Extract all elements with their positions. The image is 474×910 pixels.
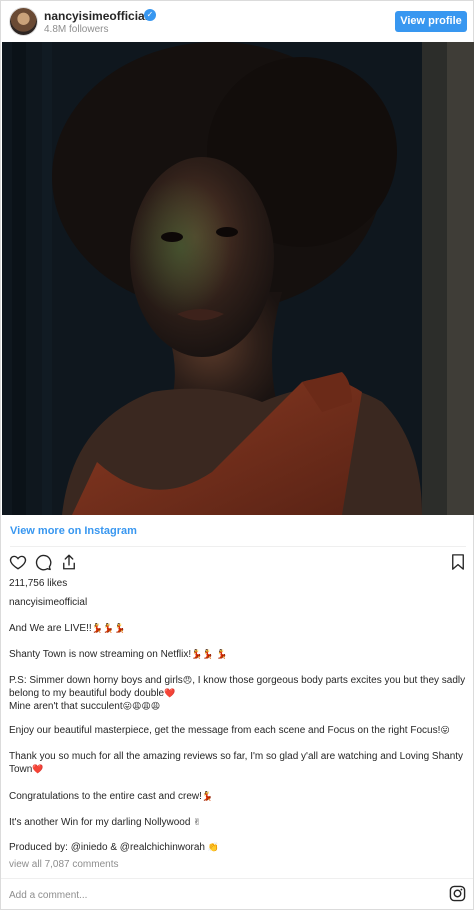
dancer-emoji-icon: 💃 xyxy=(201,791,214,801)
share-icon[interactable] xyxy=(60,553,78,571)
victory-hand-emoji-icon: ✌ xyxy=(193,817,201,827)
heart-icon[interactable] xyxy=(9,553,27,571)
mention-link[interactable]: @realchichinworah xyxy=(120,842,205,853)
add-comment-input[interactable] xyxy=(9,887,429,903)
post-image[interactable] xyxy=(2,42,474,515)
dancer-emoji-icon: 💃💃 💃 xyxy=(191,649,228,659)
avatar[interactable] xyxy=(10,8,37,35)
caption-line: Enjoy our beautiful masterpiece, get the… xyxy=(9,724,469,737)
heart-emoji-icon: ❤️ xyxy=(32,764,44,774)
caption-text: P.S: Simmer down horny boys and girls xyxy=(9,675,183,686)
caption-text: Produced by: xyxy=(9,842,71,853)
profile-username[interactable]: nancyisimeofficial xyxy=(44,9,148,23)
instagram-logo-icon[interactable] xyxy=(449,885,466,902)
caption-text: & xyxy=(107,842,120,853)
angry-emoji-icon: 😠 xyxy=(182,675,193,685)
view-profile-button[interactable]: View profile xyxy=(395,11,467,32)
portrait-photo xyxy=(2,42,474,515)
bookmark-icon[interactable] xyxy=(449,553,467,571)
followers-count: 4.8M followers xyxy=(44,24,109,35)
comment-icon[interactable] xyxy=(34,553,52,571)
divider xyxy=(10,546,466,547)
caption-paragraph: P.S: Simmer down horny boys and girls😠, … xyxy=(9,674,469,713)
tongue-emoji-icon: 😛 xyxy=(440,725,450,735)
view-more-on-instagram-link[interactable]: View more on Instagram xyxy=(10,525,137,537)
likes-count: 211,756 likes xyxy=(9,578,68,589)
caption-line: Congratulations to the entire cast and c… xyxy=(9,790,469,803)
caption-paragraph: Thank you so much for all the amazing re… xyxy=(9,751,469,776)
caption-text: Thank you so much for all the amazing re… xyxy=(9,751,464,775)
mention-link[interactable]: @iniedo xyxy=(71,842,108,853)
caption-line: Produced by: @iniedo & @realchichinworah… xyxy=(9,841,469,854)
caption-line: Shanty Town is now streaming on Netflix!… xyxy=(9,648,469,661)
face-emoji-icon: 😛😩😩😩 xyxy=(122,701,161,711)
caption-text: It's another Win for my darling Nollywoo… xyxy=(9,817,191,828)
caption-text: Shanty Town is now streaming on Netflix! xyxy=(9,649,192,660)
post-header: nancyisimeofficial ✓ 4.8M followers View… xyxy=(1,1,473,42)
post-owner-username[interactable]: nancyisimeofficial xyxy=(9,597,87,608)
caption-line: It's another Win for my darling Nollywoo… xyxy=(9,816,469,829)
caption-line: And We are LIVE!!💃💃💃 xyxy=(9,622,469,635)
caption-text: And We are LIVE!! xyxy=(9,623,92,634)
clapping-emoji-icon: 👏 xyxy=(207,842,219,852)
caption-text: Congratulations to the entire cast and c… xyxy=(9,791,202,802)
heart-emoji-icon: ❤️ xyxy=(164,688,176,698)
dancer-emoji-icon: 💃💃💃 xyxy=(91,623,126,633)
view-all-comments-link[interactable]: view all 7,087 comments xyxy=(9,859,119,870)
instagram-embed-card: nancyisimeofficial ✓ 4.8M followers View… xyxy=(0,0,474,910)
caption-text: Enjoy our beautiful masterpiece, get the… xyxy=(9,725,441,736)
divider xyxy=(1,878,473,879)
caption-text: Mine aren't that succulent xyxy=(9,701,123,712)
verified-badge-icon: ✓ xyxy=(144,9,156,21)
